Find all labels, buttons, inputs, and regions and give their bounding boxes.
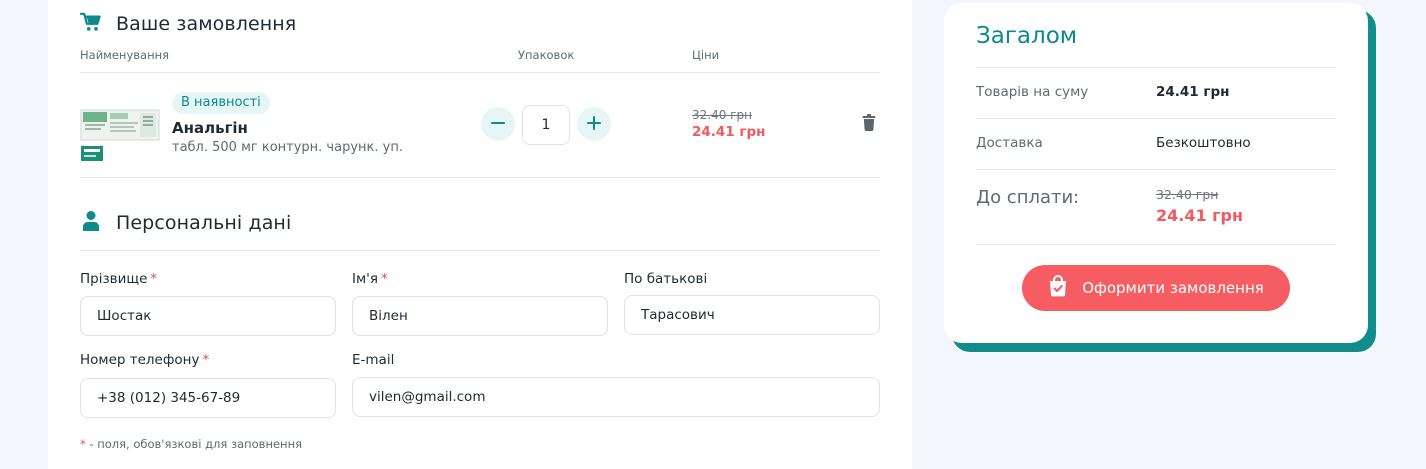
delivery-value: Безкоштовно	[1156, 135, 1251, 151]
order-header: Ваше замовлення	[79, 12, 297, 36]
remove-item-button[interactable]	[862, 114, 876, 135]
total-price: 24.41 грн	[1156, 206, 1244, 225]
goods-total-value: 24.41 грн	[1156, 84, 1230, 100]
divider	[976, 169, 1336, 170]
divider	[976, 67, 1336, 68]
divider	[80, 177, 880, 178]
decrease-quantity-button[interactable]	[481, 107, 515, 141]
checkout-button-label: Оформити замовлення	[1082, 279, 1264, 297]
minus-icon	[491, 115, 505, 134]
column-price: Ціни	[692, 48, 720, 62]
firstname-label-text: Ім'я	[352, 271, 378, 287]
personal-header: Персональні дані	[80, 210, 291, 236]
trash-icon	[862, 114, 876, 135]
increase-quantity-button[interactable]	[577, 107, 611, 141]
patronymic-field[interactable]: Тарасович	[624, 295, 880, 335]
order-panel: Ваше замовлення Найменування Упаковок Ці…	[48, 0, 912, 469]
required-mark: *	[381, 271, 388, 287]
plus-icon	[587, 115, 601, 134]
required-mark: *	[150, 271, 158, 287]
column-packs: Упаковок	[518, 48, 575, 62]
required-note: * - поля, обов'язкові для заповнення	[80, 437, 302, 451]
product-name[interactable]: Анальгін	[172, 119, 248, 137]
surname-label: Прізвище *	[80, 271, 157, 287]
surname-label-text: Прізвище	[80, 271, 148, 287]
column-name: Найменування	[80, 48, 170, 62]
firstname-label: Ім'я *	[352, 271, 388, 287]
phone-label-text: Номер телефону	[80, 352, 200, 368]
divider	[80, 72, 880, 73]
product-description: табл. 500 мг контурн. чарунк. уп.	[172, 140, 403, 155]
shopping-bag-check-icon	[1048, 275, 1068, 301]
checkout-button[interactable]: Оформити замовлення	[1022, 265, 1290, 311]
firstname-field[interactable]: Вілен	[352, 296, 608, 336]
patronymic-label: По батькові	[624, 271, 708, 287]
current-price: 24.41 грн	[692, 124, 766, 140]
stock-badge: В наявності	[172, 92, 270, 114]
delivery-label: Доставка	[976, 135, 1043, 151]
summary-title: Загалом	[976, 23, 1078, 49]
total-label: До сплати:	[976, 187, 1080, 208]
user-icon	[80, 210, 102, 236]
personal-title: Персональні дані	[116, 212, 292, 234]
order-title: Ваше замовлення	[116, 13, 297, 35]
old-price: 32.40 грн	[692, 108, 752, 122]
required-note-text: - поля, обов'язкові для заповнення	[85, 437, 303, 451]
product-image[interactable]	[80, 104, 160, 164]
quantity-input[interactable]: 1	[522, 105, 570, 145]
divider	[976, 244, 1336, 245]
phone-label: Номер телефону *	[80, 352, 209, 368]
total-old-price: 32.40 грн	[1156, 187, 1219, 202]
summary-panel: Загалом Товарів на суму 24.41 грн Достав…	[944, 3, 1368, 343]
surname-field[interactable]: Шостак	[80, 296, 336, 336]
cart-icon	[79, 12, 102, 36]
divider	[80, 250, 880, 251]
goods-total-label: Товарів на суму	[976, 84, 1089, 100]
divider	[976, 118, 1336, 119]
phone-field[interactable]: +38 (012) 345-67-89	[80, 378, 336, 418]
order-columns: Найменування Упаковок Ціни	[80, 48, 880, 64]
email-label: E-mail	[352, 352, 395, 368]
required-mark: *	[202, 352, 210, 368]
email-field[interactable]: vilen@gmail.com	[352, 377, 880, 417]
